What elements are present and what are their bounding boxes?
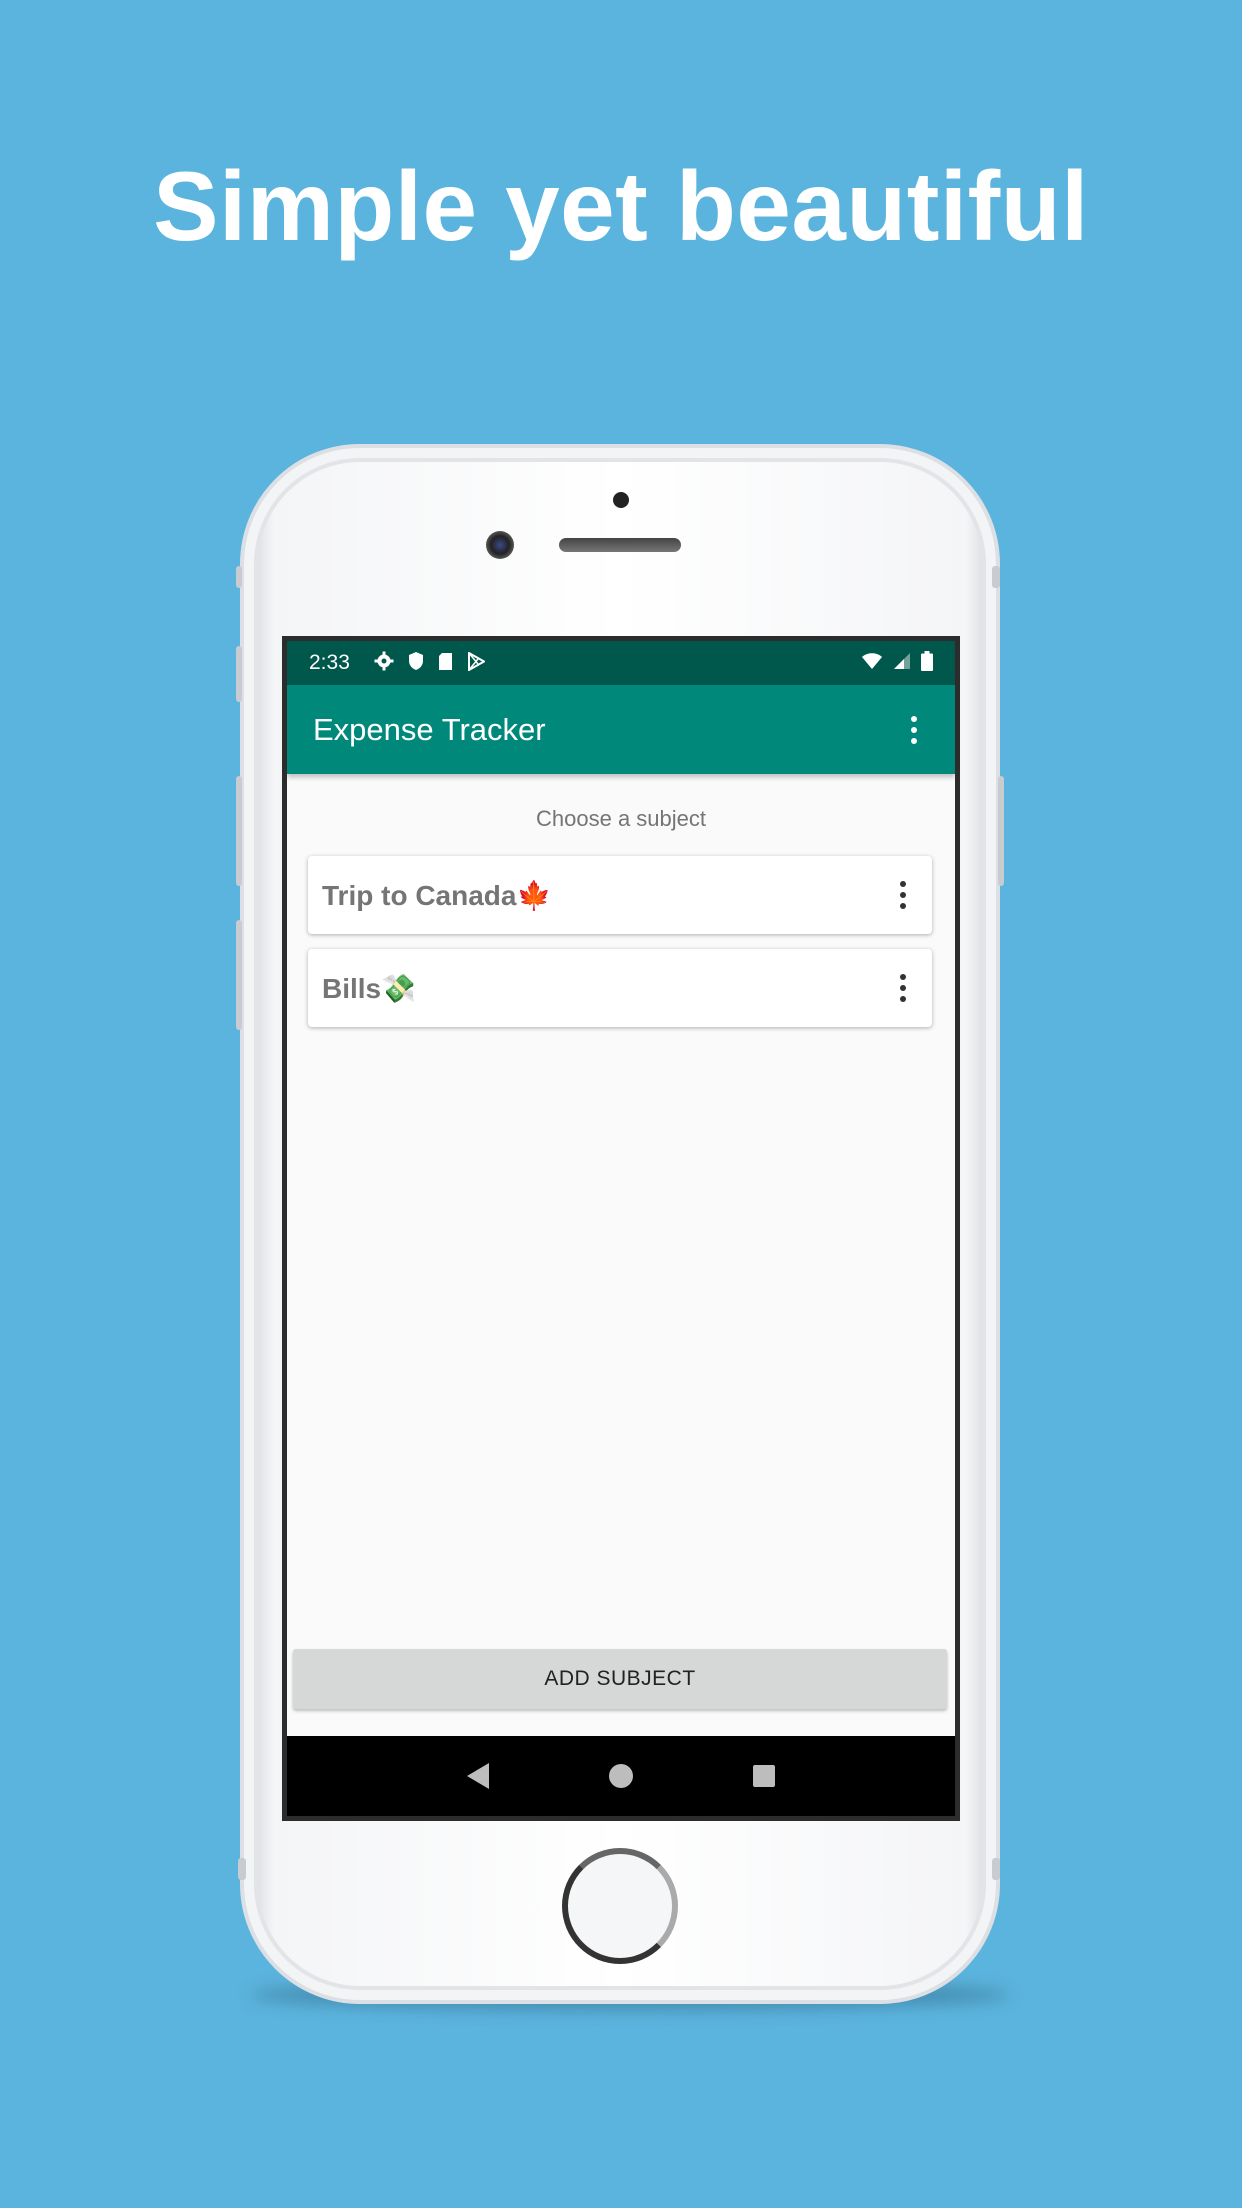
shield-icon [408, 651, 424, 675]
app-bar: Expense Tracker [287, 685, 955, 774]
phone-bottom-edge-left [238, 1858, 246, 1880]
front-camera [486, 531, 514, 559]
phone-volume-down [236, 920, 242, 1030]
phone-volume-up [236, 776, 242, 886]
earpiece-speaker [559, 538, 681, 552]
home-button[interactable] [562, 1848, 678, 1964]
subject-label: Bills💸 [322, 972, 416, 1004]
app-screen: 2:33 Expense Tracker Choose a subject Tr… [287, 641, 955, 1816]
wifi-icon [861, 652, 883, 674]
sd-card-icon [438, 652, 453, 675]
subject-label: Trip to Canada🍁 [322, 879, 552, 911]
recent-apps-icon[interactable] [753, 1765, 775, 1787]
phone-side-button [236, 566, 242, 588]
home-icon[interactable] [609, 1764, 633, 1788]
phone-bottom-edge-right [992, 1858, 1000, 1880]
choose-subject-hint: Choose a subject [536, 806, 706, 831]
subject-menu-icon[interactable] [888, 875, 918, 915]
subject-menu-icon[interactable] [888, 968, 918, 1008]
battery-icon [921, 651, 933, 675]
status-bar: 2:33 [287, 641, 955, 685]
phone-mute-switch [236, 646, 242, 702]
status-time: 2:33 [309, 651, 350, 674]
add-subject-button[interactable]: ADD SUBJECT [293, 1649, 947, 1709]
gear-icon [374, 651, 394, 675]
cell-signal-icon [893, 652, 911, 674]
phone-screen: 2:33 Expense Tracker Choose a subject Tr… [282, 636, 960, 1821]
play-store-icon [467, 650, 486, 675]
subject-card-trip-to-canada[interactable]: Trip to Canada🍁 [308, 856, 932, 934]
back-icon[interactable] [467, 1763, 489, 1789]
phone-power-button [998, 776, 1004, 886]
phone-top-edge-right [992, 566, 1000, 588]
app-title: Expense Tracker [313, 711, 546, 747]
system-nav-bar [287, 1736, 955, 1816]
proximity-sensor [613, 492, 629, 508]
headline: Simple yet beautiful [153, 151, 1089, 261]
overflow-menu-icon[interactable] [899, 710, 929, 750]
subject-card-bills[interactable]: Bills💸 [308, 949, 932, 1027]
